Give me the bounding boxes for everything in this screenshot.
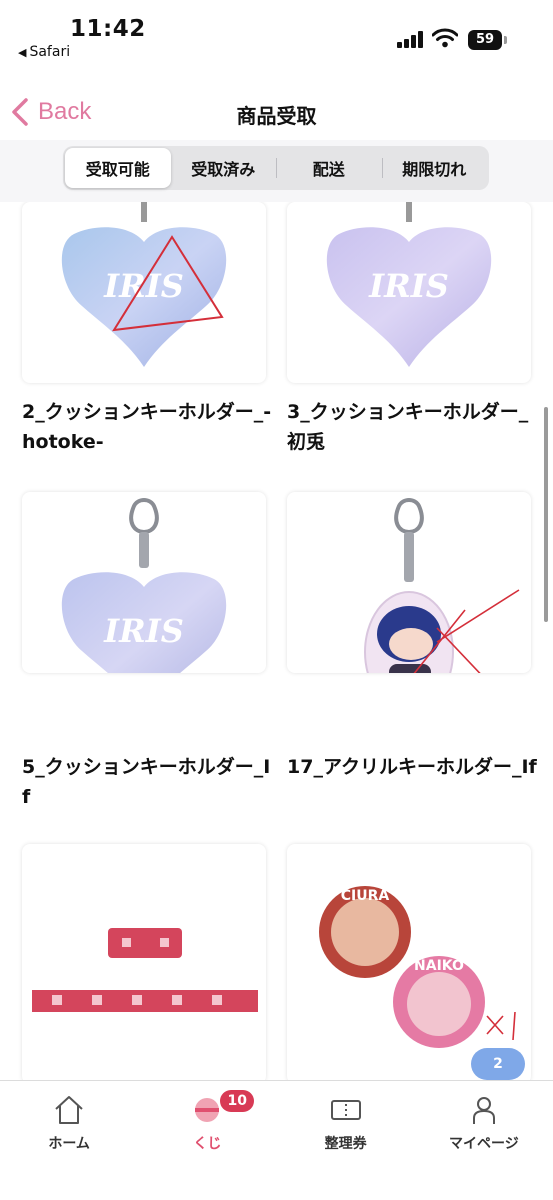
- tab-ticket-label: 整理券: [324, 1136, 367, 1152]
- status-bar: 11:42 ◀ Safari 59: [0, 0, 553, 70]
- svg-text:CIURA: CIURA: [341, 888, 390, 904]
- product-title[interactable]: 17_アクリルキーホルダー_If: [287, 752, 537, 782]
- product-card[interactable]: [287, 492, 531, 673]
- home-icon: [55, 1096, 83, 1124]
- tab-home-label: ホーム: [48, 1136, 90, 1152]
- status-time: 11:42: [70, 16, 146, 42]
- battery-icon: 59: [468, 30, 502, 50]
- battery-tip: [504, 36, 507, 44]
- scrollbar[interactable]: [544, 407, 548, 622]
- tab-lottery[interactable]: くじ 10: [138, 1081, 276, 1200]
- floating-page-chip[interactable]: 2: [471, 1048, 525, 1080]
- product-card[interactable]: [22, 844, 266, 1080]
- tab-lottery-label: くじ: [193, 1136, 222, 1152]
- return-to-app[interactable]: ◀ Safari: [18, 44, 70, 60]
- tab-receivable[interactable]: 受取可能: [65, 148, 171, 188]
- product-card[interactable]: IRIS: [22, 492, 266, 673]
- person-icon: [472, 1097, 495, 1124]
- ticket-icon: [330, 1100, 361, 1120]
- tab-ticket[interactable]: 整理券: [277, 1081, 415, 1200]
- tab-expired[interactable]: 期限切れ: [381, 148, 488, 188]
- svg-text:IRIS: IRIS: [368, 267, 449, 305]
- tab-mypage[interactable]: マイページ: [415, 1081, 553, 1200]
- wifi-icon: [432, 28, 458, 48]
- tab-home[interactable]: ホーム: [0, 1081, 138, 1200]
- masking-tape-image: [32, 928, 258, 1012]
- notification-badge: 10: [220, 1090, 255, 1112]
- product-card[interactable]: IRIS: [287, 202, 531, 383]
- product-grid: IRIS 2_クッションキーホルダー_-hotoke- IRIS 3_クッション…: [0, 202, 553, 1080]
- page-title: 商品受取: [236, 104, 317, 128]
- can-badge-image: CIURA NAIKO: [319, 886, 516, 1048]
- heart-keychain-image: IRIS: [61, 498, 227, 673]
- tab-mypage-label: マイページ: [449, 1136, 519, 1152]
- svg-text:IRIS: IRIS: [103, 612, 184, 650]
- return-app-label: Safari: [29, 44, 71, 60]
- product-card[interactable]: CIURA NAIKO 2: [287, 844, 531, 1080]
- product-title[interactable]: 5_クッションキーホルダー_If: [22, 752, 272, 812]
- product-card[interactable]: IRIS: [22, 202, 266, 383]
- heart-keychain-image: IRIS: [61, 202, 227, 367]
- svg-text:IRIS: IRIS: [103, 267, 184, 305]
- segment-bar: 受取可能 受取済み 配送 期限切れ: [0, 140, 553, 202]
- nav-header: Back 商品受取: [0, 70, 553, 150]
- segmented-control: 受取可能 受取済み 配送 期限切れ: [63, 146, 489, 190]
- heart-keychain-image: IRIS: [326, 202, 492, 367]
- tab-delivery[interactable]: 配送: [276, 148, 382, 188]
- signal-icon: [397, 30, 425, 48]
- acrylic-keychain-image: [364, 498, 520, 673]
- svg-text:NAIKO: NAIKO: [414, 958, 464, 974]
- product-title[interactable]: 2_クッションキーホルダー_-hotoke-: [22, 397, 272, 457]
- back-triangle-icon: ◀: [18, 46, 27, 59]
- tab-bar: ホーム くじ 10 整理券 マイページ: [0, 1080, 553, 1200]
- tab-received[interactable]: 受取済み: [171, 148, 277, 188]
- product-title[interactable]: 3_クッションキーホルダー_初兎: [287, 397, 537, 457]
